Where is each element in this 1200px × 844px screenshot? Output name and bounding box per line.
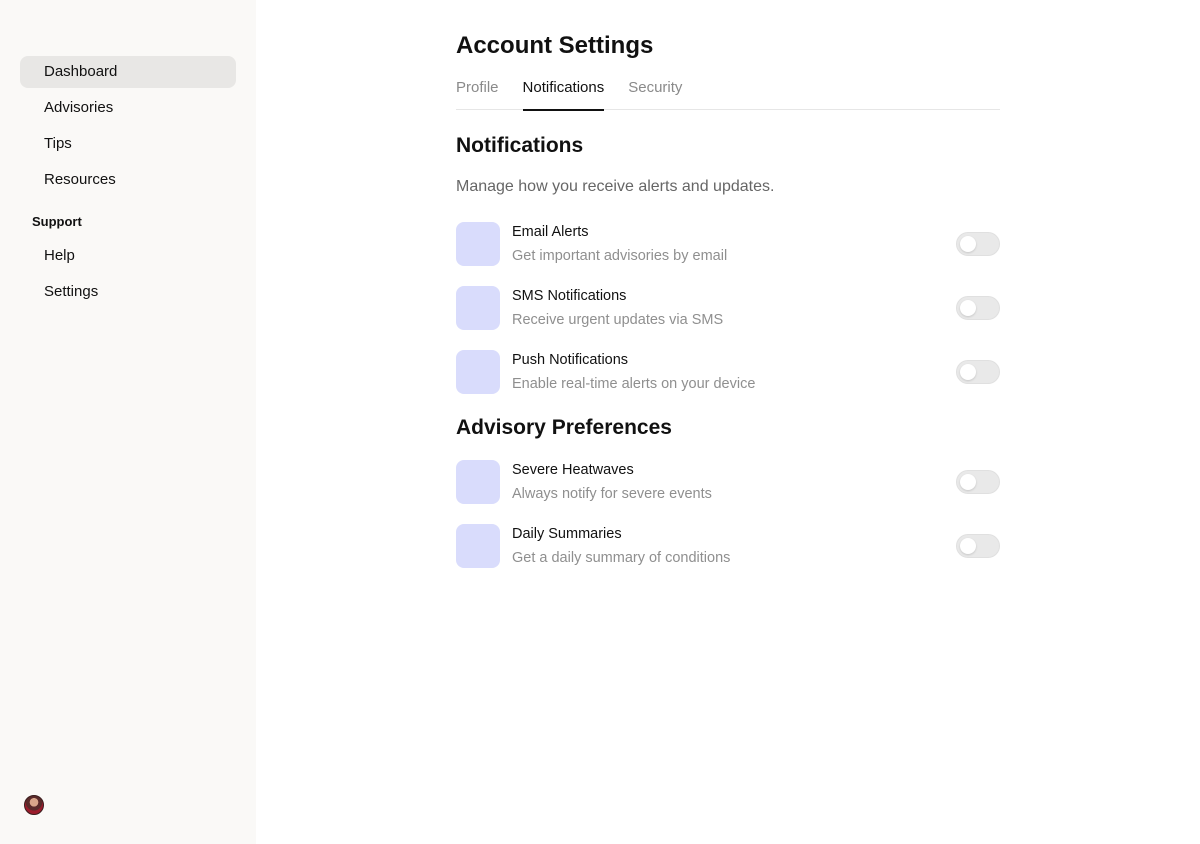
setting-row-email-alerts: Email Alerts Get important advisories by… bbox=[456, 222, 1000, 266]
email-alerts-icon bbox=[456, 222, 500, 266]
sms-notifications-toggle[interactable] bbox=[956, 296, 1000, 320]
setting-row-text: Push Notifications Enable real-time aler… bbox=[512, 350, 956, 394]
sidebar: Dashboard Advisories Tips Resources Supp… bbox=[0, 0, 256, 844]
sidebar-item-resources[interactable]: Resources bbox=[20, 164, 236, 196]
advisory-list: Severe Heatwaves Always notify for sever… bbox=[456, 460, 1000, 568]
notifications-list: Email Alerts Get important advisories by… bbox=[456, 222, 1000, 394]
user-avatar[interactable] bbox=[24, 795, 44, 815]
main-content: Account Settings Profile Notifications S… bbox=[256, 0, 1200, 844]
sidebar-section-support: Support bbox=[32, 214, 82, 229]
setting-row-daily-summaries: Daily Summaries Get a daily summary of c… bbox=[456, 524, 1000, 568]
settings-panel: Account Settings Profile Notifications S… bbox=[456, 30, 1000, 588]
setting-row-text: Severe Heatwaves Always notify for sever… bbox=[512, 460, 956, 504]
push-notifications-icon bbox=[456, 350, 500, 394]
setting-row-subtitle: Enable real-time alerts on your device bbox=[512, 376, 756, 392]
setting-row-title: SMS Notifications bbox=[512, 288, 627, 304]
setting-row-title: Email Alerts bbox=[512, 224, 589, 240]
setting-row-title: Severe Heatwaves bbox=[512, 462, 634, 478]
setting-row-sms-notifications: SMS Notifications Receive urgent updates… bbox=[456, 286, 1000, 330]
toggle-knob bbox=[960, 364, 976, 380]
sidebar-item-advisories[interactable]: Advisories bbox=[20, 92, 236, 124]
sms-notifications-icon bbox=[456, 286, 500, 330]
setting-row-title: Push Notifications bbox=[512, 352, 629, 368]
push-notifications-toggle[interactable] bbox=[956, 360, 1000, 384]
toggle-knob bbox=[960, 538, 976, 554]
toggle-knob bbox=[960, 300, 976, 316]
setting-row-text: SMS Notifications Receive urgent updates… bbox=[512, 286, 956, 330]
setting-row-text: Daily Summaries Get a daily summary of c… bbox=[512, 524, 956, 568]
settings-tabs: Profile Notifications Security bbox=[456, 74, 1000, 111]
page-title: Account Settings bbox=[456, 32, 654, 59]
notifications-description: Manage how you receive alerts and update… bbox=[456, 178, 775, 195]
sidebar-item-dashboard[interactable]: Dashboard bbox=[20, 56, 236, 88]
setting-row-subtitle: Receive urgent updates via SMS bbox=[512, 312, 724, 328]
setting-row-subtitle: Always notify for severe events bbox=[512, 486, 712, 502]
sidebar-nav: Dashboard Advisories Tips Resources Supp… bbox=[20, 56, 236, 312]
setting-row-text: Email Alerts Get important advisories by… bbox=[512, 222, 956, 266]
severe-heatwaves-icon bbox=[456, 460, 500, 504]
tab-profile[interactable]: Profile bbox=[456, 74, 499, 110]
notifications-section-title: Notifications bbox=[456, 134, 584, 157]
setting-row-subtitle: Get a daily summary of conditions bbox=[512, 550, 731, 566]
setting-row-severe-heatwaves: Severe Heatwaves Always notify for sever… bbox=[456, 460, 1000, 504]
severe-heatwaves-toggle[interactable] bbox=[956, 470, 1000, 494]
setting-row-title: Daily Summaries bbox=[512, 526, 622, 542]
email-alerts-toggle[interactable] bbox=[956, 232, 1000, 256]
daily-summaries-icon bbox=[456, 524, 500, 568]
sidebar-item-tips[interactable]: Tips bbox=[20, 128, 236, 160]
toggle-knob bbox=[960, 474, 976, 490]
setting-row-push-notifications: Push Notifications Enable real-time aler… bbox=[456, 350, 1000, 394]
tab-security[interactable]: Security bbox=[628, 74, 682, 110]
app-root: Dashboard Advisories Tips Resources Supp… bbox=[0, 0, 1200, 844]
toggle-knob bbox=[960, 236, 976, 252]
sidebar-item-settings[interactable]: Settings bbox=[20, 276, 236, 308]
advisory-section-title: Advisory Preferences bbox=[456, 416, 672, 439]
daily-summaries-toggle[interactable] bbox=[956, 534, 1000, 558]
sidebar-item-help[interactable]: Help bbox=[20, 240, 236, 272]
setting-row-subtitle: Get important advisories by email bbox=[512, 248, 728, 264]
tab-notifications[interactable]: Notifications bbox=[522, 74, 604, 111]
